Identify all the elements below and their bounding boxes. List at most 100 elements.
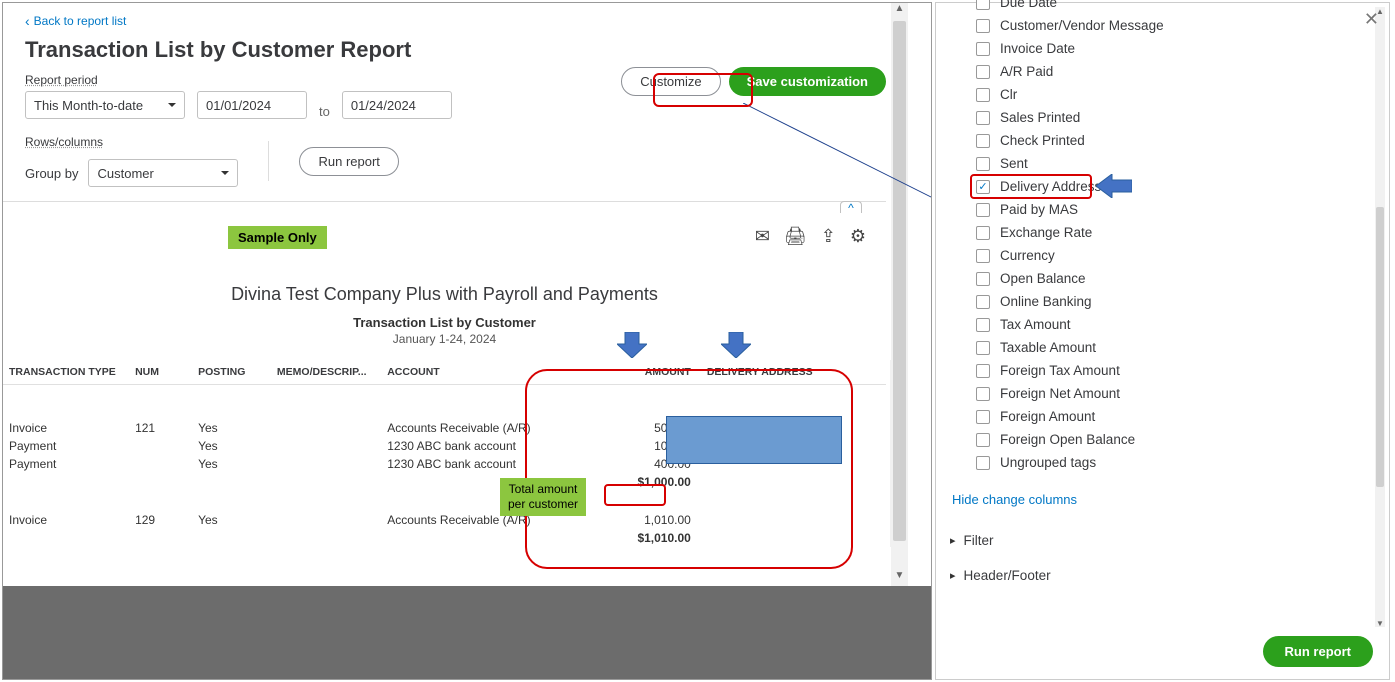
subtotal-row: $1,010.00 <box>3 529 886 547</box>
column-option-clr[interactable]: Clr <box>976 83 1389 106</box>
cell-account: 1230 ABC bank account <box>381 437 544 455</box>
column-option-due-date[interactable]: Due Date <box>976 0 1389 14</box>
filter-row-1: Report period This Month-to-date 01/01/2… <box>3 73 908 119</box>
scroll-up-icon[interactable]: ▲ <box>891 3 908 19</box>
date-from-input[interactable]: 01/01/2024 <box>197 91 307 119</box>
main-scrollbar-track[interactable]: ▲ ▼ <box>891 3 908 586</box>
checkbox-icon[interactable] <box>976 226 990 240</box>
column-option-ungrouped-tags[interactable]: Ungrouped tags <box>976 451 1389 474</box>
subtotal-row: $1,000.00 <box>3 473 886 491</box>
column-option-foreign-net-amount[interactable]: Foreign Net Amount <box>976 382 1389 405</box>
header-footer-section-toggle[interactable]: ▸ Header/Footer <box>936 558 1389 593</box>
report-toolbar: ✉ 🖨 ⇪ ⚙ <box>755 226 866 247</box>
column-option-label: Taxable Amount <box>1000 340 1096 355</box>
save-customization-button[interactable]: Save customization <box>729 67 886 96</box>
gear-icon[interactable]: ⚙ <box>850 226 866 247</box>
column-option-a-r-paid[interactable]: A/R Paid <box>976 60 1389 83</box>
scroll-down-icon[interactable]: ▼ <box>1375 619 1385 627</box>
column-option-foreign-amount[interactable]: Foreign Amount <box>976 405 1389 428</box>
checkbox-icon[interactable] <box>976 272 990 286</box>
checkbox-icon[interactable] <box>976 341 990 355</box>
filter-section-toggle[interactable]: ▸ Filter <box>936 523 1389 558</box>
col-num[interactable]: NUM <box>129 360 192 385</box>
column-option-label: Open Balance <box>1000 271 1086 286</box>
col-account[interactable]: ACCOUNT <box>381 360 544 385</box>
vertical-divider <box>268 141 269 181</box>
col-amount[interactable]: AMOUNT <box>544 360 696 385</box>
cell-amount: 100.00 <box>544 437 696 455</box>
table-row[interactable]: Invoice 121 Yes Accounts Receivable (A/R… <box>3 419 886 437</box>
email-icon[interactable]: ✉ <box>755 226 770 247</box>
scroll-down-icon[interactable]: ▼ <box>891 570 908 586</box>
checkbox-icon[interactable] <box>976 364 990 378</box>
col-memo[interactable]: MEMO/DESCRIP... <box>271 360 381 385</box>
checkbox-icon[interactable] <box>976 249 990 263</box>
table-row[interactable]: Payment Yes 1230 ABC bank account 100.00 <box>3 437 886 455</box>
table-row[interactable]: Payment Yes 1230 ABC bank account 400.00 <box>3 455 886 473</box>
header-footer-section-label: Header/Footer <box>964 568 1051 583</box>
column-option-invoice-date[interactable]: Invoice Date <box>976 37 1389 60</box>
column-option-label: Foreign Open Balance <box>1000 432 1135 447</box>
column-option-taxable-amount[interactable]: Taxable Amount <box>976 336 1389 359</box>
column-option-exchange-rate[interactable]: Exchange Rate <box>976 221 1389 244</box>
group-by-value: Customer <box>97 166 153 181</box>
column-option-sales-printed[interactable]: Sales Printed <box>976 106 1389 129</box>
checkbox-icon[interactable] <box>976 42 990 56</box>
col-delivery-address[interactable]: DELIVERY ADDRESS <box>697 360 886 385</box>
column-option-online-banking[interactable]: Online Banking <box>976 290 1389 313</box>
customize-button[interactable]: Customize <box>621 67 720 96</box>
checkbox-icon[interactable] <box>976 295 990 309</box>
column-option-label: Paid by MAS <box>1000 202 1078 217</box>
group-by-select[interactable]: Customer <box>88 159 238 187</box>
panel-scrollbar-track[interactable]: ▲ ▼ <box>1375 7 1385 627</box>
column-option-label: Check Printed <box>1000 133 1085 148</box>
checkbox-icon[interactable] <box>976 410 990 424</box>
checkbox-icon[interactable] <box>976 19 990 33</box>
date-to-input[interactable]: 01/24/2024 <box>342 91 452 119</box>
main-scrollbar-thumb[interactable] <box>893 21 906 541</box>
checkbox-icon[interactable] <box>976 318 990 332</box>
checkbox-icon[interactable] <box>976 180 990 194</box>
column-option-paid-by-mas[interactable]: Paid by MAS <box>976 198 1389 221</box>
checkbox-icon[interactable] <box>976 65 990 79</box>
checkbox-icon[interactable] <box>976 433 990 447</box>
col-posting[interactable]: POSTING <box>192 360 271 385</box>
export-icon[interactable]: ⇪ <box>821 226 836 247</box>
checkbox-icon[interactable] <box>976 456 990 470</box>
checkbox-icon[interactable] <box>976 387 990 401</box>
collapse-filters-toggle[interactable]: ^ <box>840 201 862 213</box>
checkbox-icon[interactable] <box>976 134 990 148</box>
column-option-check-printed[interactable]: Check Printed <box>976 129 1389 152</box>
print-icon[interactable]: 🖨 <box>784 226 807 247</box>
main-report-area: ‹ Back to report list Transaction List b… <box>2 2 932 680</box>
column-option-label: Online Banking <box>1000 294 1092 309</box>
panel-scrollbar-thumb[interactable] <box>1376 207 1384 487</box>
checkbox-icon[interactable] <box>976 111 990 125</box>
column-option-currency[interactable]: Currency <box>976 244 1389 267</box>
column-option-customer-vendor-message[interactable]: Customer/Vendor Message <box>976 14 1389 37</box>
table-row[interactable]: Invoice 129 Yes Accounts Receivable (A/R… <box>3 511 886 529</box>
checkbox-icon[interactable] <box>976 88 990 102</box>
column-option-open-balance[interactable]: Open Balance <box>976 267 1389 290</box>
back-to-report-list-link[interactable]: ‹ Back to report list <box>3 3 908 37</box>
run-report-button-top[interactable]: Run report <box>299 147 398 176</box>
report-period-select[interactable]: This Month-to-date <box>25 91 185 119</box>
column-option-tax-amount[interactable]: Tax Amount <box>976 313 1389 336</box>
column-option-delivery-address[interactable]: Delivery Address <box>976 175 1389 198</box>
column-option-sent[interactable]: Sent <box>976 152 1389 175</box>
column-option-label: Currency <box>1000 248 1055 263</box>
column-option-foreign-tax-amount[interactable]: Foreign Tax Amount <box>976 359 1389 382</box>
column-option-foreign-open-balance[interactable]: Foreign Open Balance <box>976 428 1389 451</box>
column-option-label: Foreign Tax Amount <box>1000 363 1120 378</box>
hide-change-columns-link[interactable]: Hide change columns <box>936 482 1389 523</box>
checkbox-icon[interactable] <box>976 157 990 171</box>
cell-delivery <box>697 437 886 455</box>
checkbox-icon[interactable] <box>976 203 990 217</box>
close-icon[interactable]: ✕ <box>1364 9 1379 30</box>
subtotal-amount: $1,000.00 <box>544 473 696 491</box>
triangle-right-icon: ▸ <box>950 569 956 582</box>
run-report-button-panel[interactable]: Run report <box>1263 636 1373 667</box>
checkbox-icon[interactable] <box>976 0 990 10</box>
col-transaction-type[interactable]: TRANSACTION TYPE <box>3 360 129 385</box>
column-option-label: Due Date <box>1000 0 1057 10</box>
